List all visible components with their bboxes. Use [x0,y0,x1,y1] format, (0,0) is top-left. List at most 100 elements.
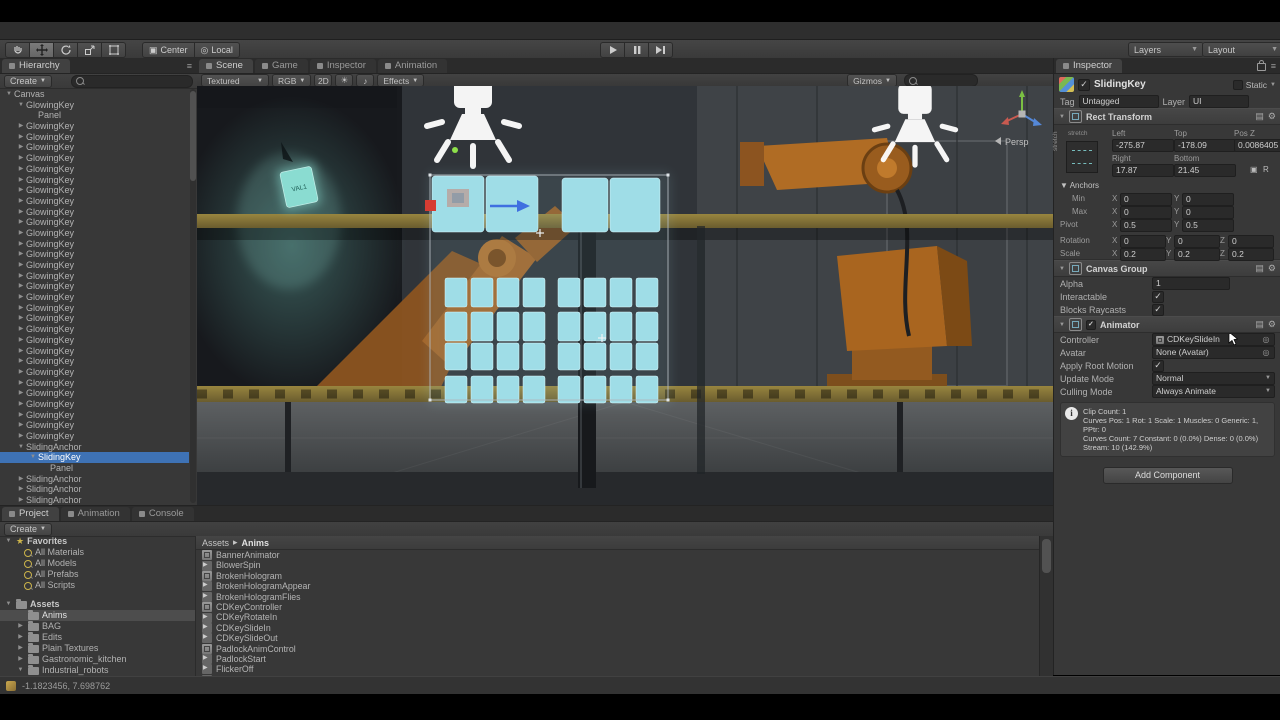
glowing-key[interactable] [558,278,580,307]
move-tool-icon[interactable] [30,42,54,58]
hierarchy-row[interactable]: ▶ GlowingKey [0,153,189,164]
foldout-arrow[interactable]: ▼ [1059,114,1065,120]
foldout-arrow[interactable]: ▶ [16,313,26,324]
hierarchy-row[interactable]: ▶ GlowingKey [0,346,189,357]
avatar-object-field[interactable]: None (Avatar)◎ [1152,346,1275,359]
layout-dropdown[interactable]: Layout▼ [1202,42,1280,57]
foldout-arrow[interactable]: ▶ [16,621,25,632]
rotation-z[interactable]: 0 [1228,235,1274,248]
foldout-arrow[interactable]: ▶ [16,164,26,175]
favorites-item[interactable]: All Models [0,558,195,569]
glowing-key[interactable] [636,343,658,370]
panel-menu-icon[interactable]: ≡ [187,61,192,71]
bottom-panel-tab[interactable]: Project [2,507,59,521]
pivot-y[interactable]: 0.5 [1182,219,1234,232]
scene-view-tab[interactable]: Game [255,59,308,73]
interactable-checkbox[interactable]: ✓ [1152,291,1164,303]
anchor-min-x[interactable]: 0 [1120,193,1172,206]
pivot-button[interactable]: ▣Center [142,42,195,58]
scene-view-tab[interactable]: Inspector [310,59,376,73]
foldout-arrow[interactable]: ▼ [4,536,13,547]
rotate-tool-icon[interactable] [54,42,78,58]
glowing-key[interactable] [584,278,606,307]
glowing-key[interactable] [445,312,467,341]
glowing-key[interactable] [445,376,467,403]
foldout-arrow[interactable]: ▶ [16,121,26,132]
foldout-arrow[interactable]: ▶ [16,335,26,346]
animator-header[interactable]: ▼ ✓ Animator ▤⚙ [1054,316,1280,333]
foldout-arrow[interactable]: ▶ [16,153,26,164]
hierarchy-row[interactable]: ▶ GlowingKey [0,249,189,260]
scale-y[interactable]: 0.2 [1174,248,1220,261]
hierarchy-row[interactable]: ▶ GlowingKey [0,185,189,196]
foldout-arrow[interactable]: ▶ [16,484,26,495]
hierarchy-row[interactable]: ▶ GlowingKey [0,164,189,175]
hierarchy-row[interactable]: ▶ GlowingKey [0,356,189,367]
hierarchy-search-input[interactable] [71,75,193,88]
hierarchy-row[interactable]: ▶ GlowingKey [0,217,189,228]
rotation-x[interactable]: 0 [1120,235,1166,248]
glowing-key[interactable] [610,312,632,341]
scene-viewport[interactable]: VAL1 [197,86,1053,505]
foldout-arrow[interactable]: ▶ [16,632,25,643]
hierarchy-row[interactable]: ▶ GlowingKey [0,388,189,399]
hierarchy-row[interactable]: ▶ GlowingKey [0,420,189,431]
hierarchy-row[interactable]: ▶ GlowingKey [0,260,189,271]
hierarchy-row[interactable]: ▼ GlowingKey [0,100,189,111]
layer-dropdown[interactable]: UI [1189,95,1249,108]
lock-icon[interactable] [1257,63,1266,71]
glowing-key[interactable] [610,343,632,370]
hierarchy-row[interactable]: ▶ GlowingKey [0,228,189,239]
scene-view-tab[interactable]: Animation [378,59,447,73]
hierarchy-row[interactable]: Panel [0,463,189,474]
bottom-panel-tab[interactable]: Console [132,507,194,521]
foldout-arrow[interactable]: ▶ [16,132,26,143]
hierarchy-row[interactable]: ▶ GlowingKey [0,292,189,303]
project-folder-row[interactable]: ▶ BAG [0,621,195,632]
foldout-arrow[interactable]: ▶ [16,356,26,367]
move-gizmo-handle[interactable] [425,200,436,211]
foldout-arrow[interactable]: ▶ [16,207,26,218]
hierarchy-row[interactable]: ▶ GlowingKey [0,399,189,410]
space-button[interactable]: ◎Local [195,42,240,58]
glowing-key[interactable] [636,278,658,307]
rect-bottom-field[interactable]: 21.45 [1174,164,1236,177]
asset-row[interactable]: BannerAnimator [196,550,1040,560]
update-mode-dropdown[interactable]: Normal▼ [1152,372,1275,385]
apply-root-motion-checkbox[interactable]: ✓ [1152,360,1164,372]
glowing-key[interactable] [636,312,658,341]
project-folder-row[interactable]: Anims [0,610,195,621]
glowing-key[interactable] [610,278,632,307]
foldout-arrow[interactable]: ▼ [16,100,26,111]
tag-dropdown[interactable]: Untagged [1079,95,1159,108]
foldout-arrow[interactable]: ▶ [16,292,26,303]
gear-icon[interactable]: ⚙ [1268,263,1276,274]
asset-row[interactable]: BrokenHologramFlies [196,592,1040,602]
project-folder-row[interactable]: ▶ Plain Textures [0,643,195,654]
foldout-arrow[interactable]: ▶ [16,410,26,421]
hierarchy-row[interactable]: ▶ SlidingAnchor [0,495,189,505]
status-icon[interactable] [6,681,16,691]
glowing-key[interactable] [558,343,580,370]
glowing-key[interactable] [497,278,519,307]
foldout-arrow[interactable]: ▶ [16,175,26,186]
glowing-key[interactable] [636,376,658,403]
glowing-key[interactable] [471,343,493,370]
static-toggle[interactable]: Static▼ [1233,80,1276,90]
glowing-key[interactable] [471,376,493,403]
hierarchy-row[interactable]: ▶ GlowingKey [0,335,189,346]
foldout-arrow[interactable]: ▶ [16,643,25,654]
anchor-preset-button[interactable] [1066,141,1098,173]
foldout-arrow[interactable]: ▶ [16,431,26,442]
scale-x[interactable]: 0.2 [1120,248,1166,261]
rect-transform-header[interactable]: ▼ Rect Transform ▤⚙ [1054,108,1280,125]
anchor-min-y[interactable]: 0 [1182,193,1234,206]
foldout-arrow[interactable]: ▶ [16,281,26,292]
asset-row[interactable]: PadlockAnimControl [196,644,1040,654]
foldout-arrow[interactable]: ▶ [16,217,26,228]
foldout-arrow[interactable]: ▶ [16,228,26,239]
foldout-arrow[interactable]: ▶ [16,271,26,282]
glowing-key[interactable] [497,376,519,403]
asset-row[interactable]: BrokenHologramAppear [196,581,1040,591]
hierarchy-row[interactable]: ▶ GlowingKey [0,142,189,153]
